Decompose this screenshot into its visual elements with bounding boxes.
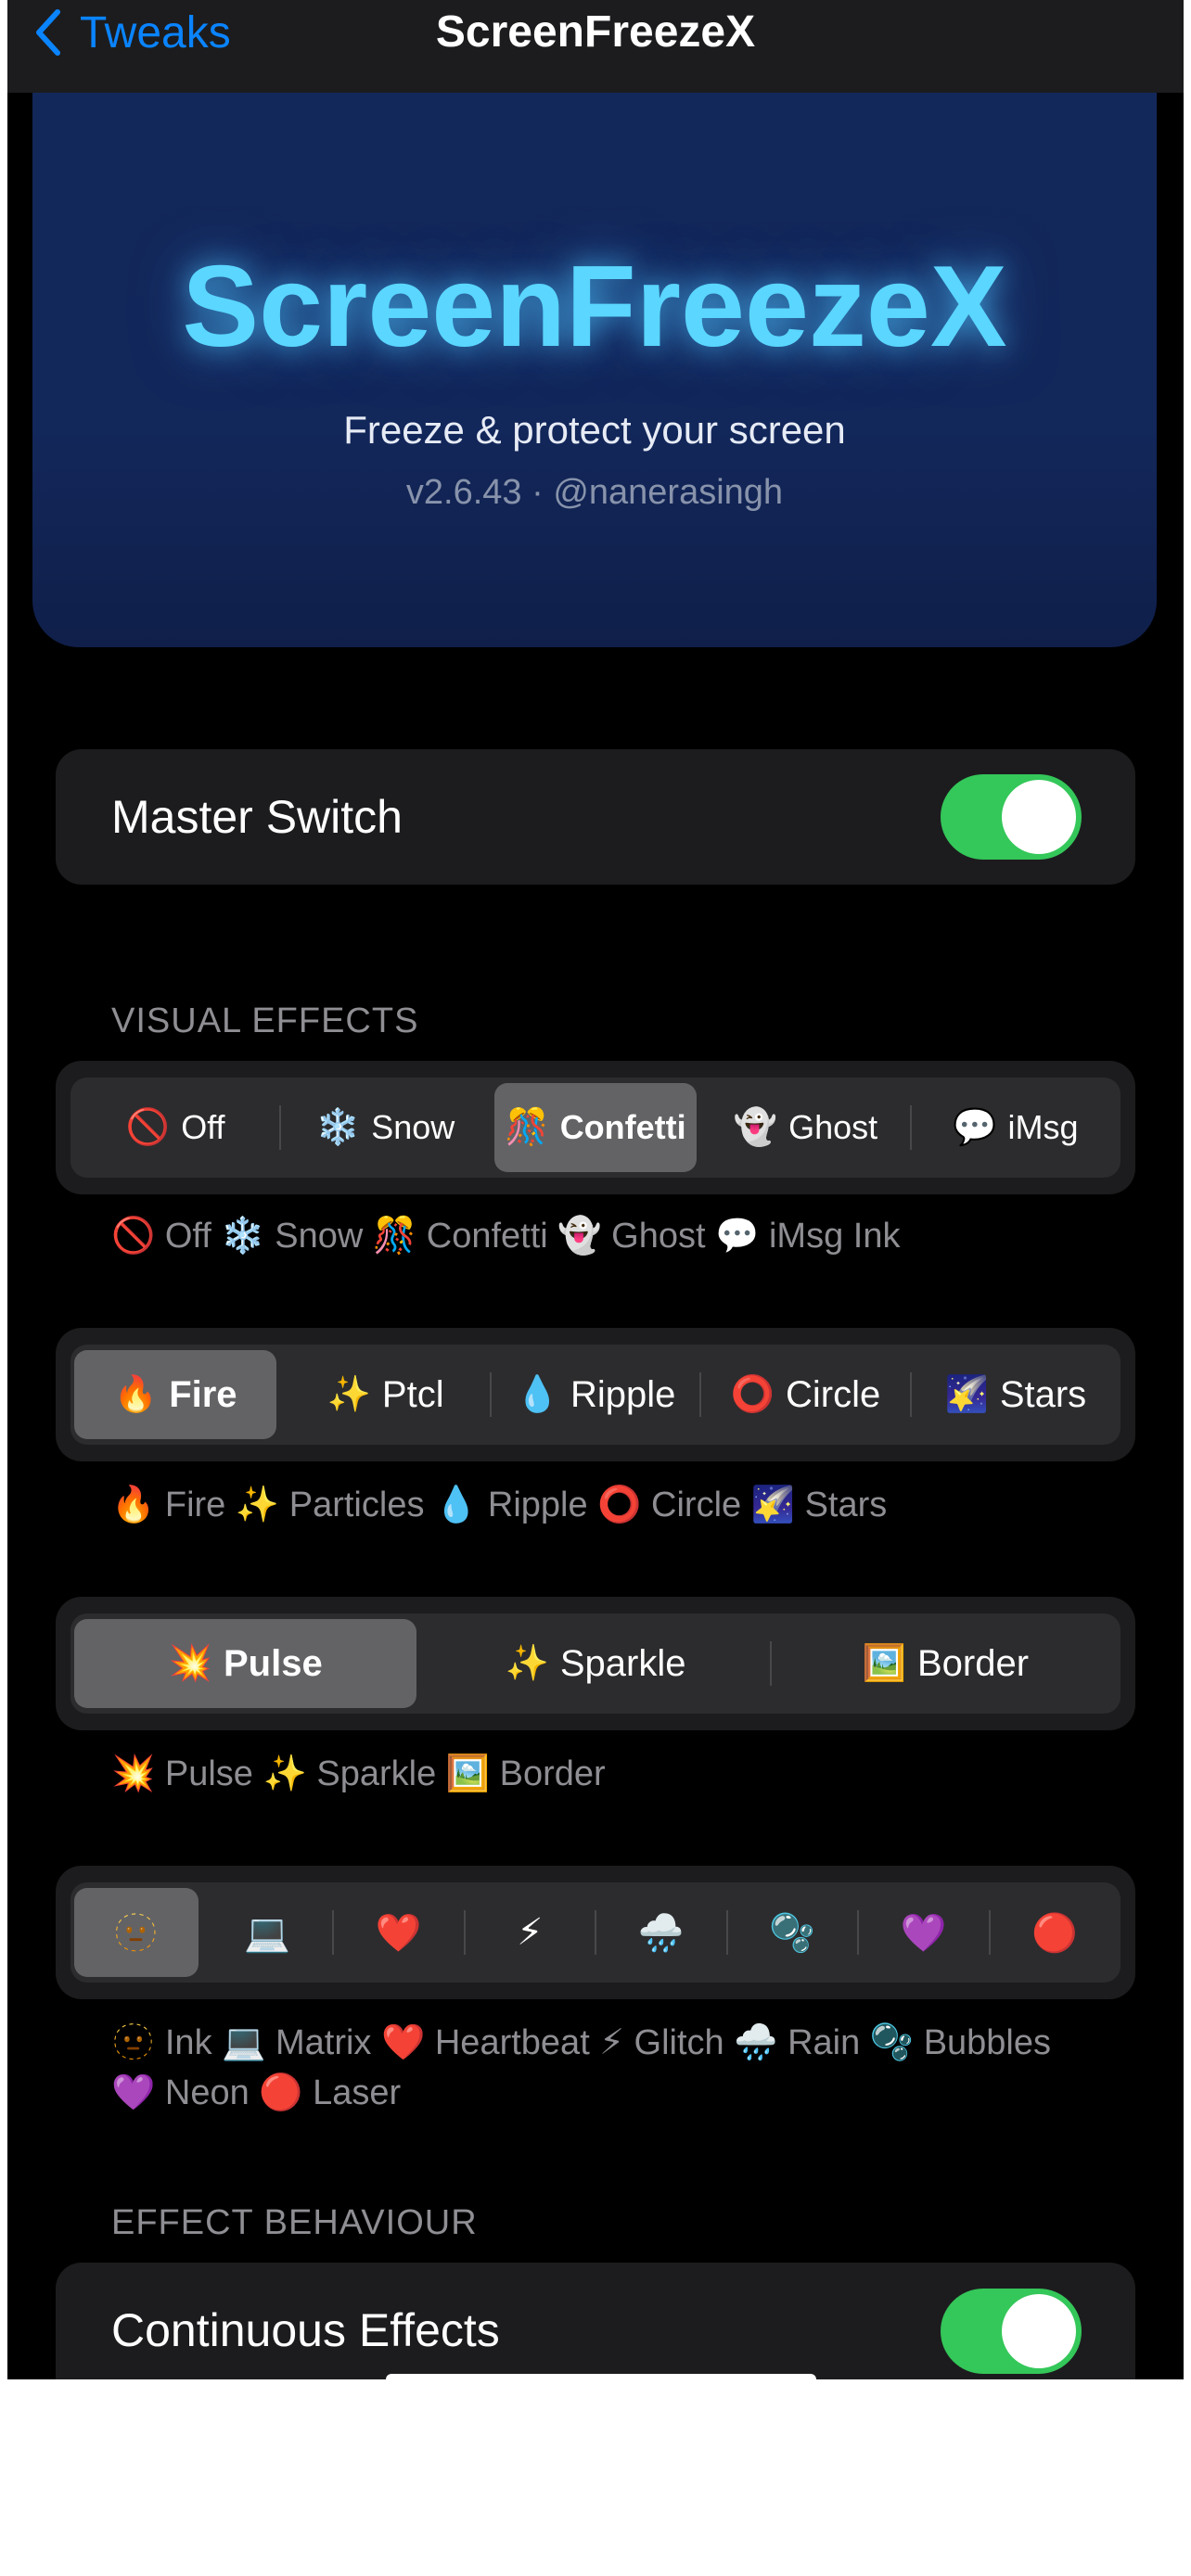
header-banner: ScreenFreezeX Freeze & protect your scre…: [32, 93, 1157, 647]
segment-ghost[interactable]: 👻 Ghost: [704, 1083, 906, 1172]
segment-fire[interactable]: 🔥 Fire: [74, 1350, 277, 1439]
dotted-face-icon: 🫥: [112, 1912, 160, 1954]
segment-snow[interactable]: ❄️ Snow: [279, 1083, 486, 1172]
sparkles-icon: ✨: [505, 1644, 549, 1683]
effect-segment-row-3: 💥 Pulse ✨ Sparkle 🖼️ Border: [56, 1597, 1135, 1730]
continuous-effects-label: Continuous Effects: [111, 2304, 500, 2356]
segment-label: Circle: [785, 1373, 881, 1415]
framed-picture-icon: 🖼️: [862, 1644, 906, 1683]
segment-neon[interactable]: 💜: [857, 1888, 986, 1977]
segment-border[interactable]: 🖼️ Border: [769, 1619, 1117, 1708]
segment-matrix[interactable]: 💻: [206, 1888, 330, 1977]
master-switch-row: Master Switch: [56, 749, 1135, 885]
segment-heartbeat[interactable]: ❤️: [332, 1888, 461, 1977]
segmented-control: 🫥 💻 ❤️ ⚡ 🌧️ 🫧 💜 🔴: [70, 1882, 1121, 1983]
segment-circle[interactable]: ⭕ Circle: [699, 1350, 906, 1439]
segment-ripple[interactable]: 💧 Ripple: [489, 1350, 697, 1439]
page-title: ScreenFreezeX: [435, 7, 756, 57]
section-header-visual-effects: VISUAL EFFECTS: [111, 1001, 419, 1040]
effect-segment-row-1: 🚫 Off ❄️ Snow 🎊 Confetti 👻 Ghost 💬 iMsg: [56, 1061, 1135, 1194]
segment-label: Border: [916, 1642, 1030, 1684]
red-circle-icon: 🔴: [1031, 1912, 1079, 1954]
laptop-icon: 💻: [244, 1912, 291, 1954]
fire-icon: 🔥: [113, 1375, 159, 1414]
segment-label: Ripple: [570, 1373, 676, 1415]
segment-label: Off: [181, 1108, 225, 1146]
effect-legend-row-4: 🫥 Ink 💻 Matrix ❤️ Heartbeat ⚡ Glitch 🌧️ …: [111, 2023, 1052, 2112]
segment-label: Fire: [169, 1373, 237, 1415]
segment-label: Confetti: [559, 1108, 686, 1146]
continuous-effects-toggle[interactable]: [941, 2289, 1082, 2374]
ghost-icon: 👻: [733, 1108, 778, 1147]
settings-screen: Tweaks ScreenFreezeX ScreenFreezeX Freez…: [7, 0, 1184, 2379]
no-entry-icon: 🚫: [125, 1108, 171, 1147]
home-indicator: [386, 2374, 816, 2379]
droplet-icon: 💧: [515, 1375, 559, 1414]
master-switch-label: Master Switch: [111, 791, 403, 843]
purple-heart-icon: 💜: [900, 1912, 947, 1954]
segmented-control: 🚫 Off ❄️ Snow 🎊 Confetti 👻 Ghost 💬 iMsg: [70, 1078, 1121, 1178]
segment-label: Sparkle: [559, 1642, 686, 1684]
segment-glitch[interactable]: ⚡: [463, 1888, 593, 1977]
segmented-control: 🔥 Fire ✨ Ptcl 💧 Ripple ⭕ Circle 🌠 Stars: [70, 1345, 1121, 1445]
segment-imsg[interactable]: 💬 iMsg: [909, 1083, 1117, 1172]
effect-legend-row-2: 🔥 Fire ✨ Particles 💧 Ripple ⭕ Circle 🌠 S…: [111, 1486, 888, 1524]
speech-bubble-icon: 💬: [953, 1108, 997, 1147]
segment-label: Snow: [371, 1108, 455, 1146]
bubbles-icon: 🫧: [769, 1912, 816, 1954]
segment-label: Ghost: [788, 1108, 878, 1146]
effect-segment-row-4: 🫥 💻 ❤️ ⚡ 🌧️ 🫧 💜 🔴: [56, 1866, 1135, 1999]
collision-icon: 💥: [168, 1644, 212, 1683]
heart-icon: ❤️: [375, 1912, 422, 1954]
version-author: v2.6.43 · @nanerasingh: [405, 473, 784, 512]
segment-rain[interactable]: 🌧️: [595, 1888, 724, 1977]
sparkles-icon: ✨: [327, 1375, 371, 1414]
segment-ink[interactable]: 🫥: [74, 1888, 198, 1977]
toggle-knob: [1002, 2294, 1076, 2368]
effect-legend-row-1: 🚫 Off ❄️ Snow 🎊 Confetti 👻 Ghost 💬 iMsg …: [111, 1217, 901, 1256]
shooting-star-icon: 🌠: [944, 1375, 989, 1414]
segment-label: Pulse: [223, 1642, 323, 1684]
master-switch-toggle[interactable]: [941, 774, 1082, 860]
snowflake-icon: ❄️: [315, 1108, 361, 1147]
rain-cloud-icon: 🌧️: [637, 1912, 685, 1954]
segment-sparkle[interactable]: ✨ Sparkle: [424, 1619, 766, 1708]
circle-icon: ⭕: [730, 1375, 775, 1414]
lightning-icon: ⚡: [517, 1912, 544, 1953]
segment-laser[interactable]: 🔴: [988, 1888, 1118, 1977]
navigation-bar: Tweaks ScreenFreezeX: [7, 0, 1184, 93]
segment-confetti[interactable]: 🎊 Confetti: [493, 1083, 698, 1172]
app-subtitle: Freeze & protect your screen: [343, 408, 846, 452]
segment-label: Stars: [999, 1373, 1087, 1415]
segment-pulse[interactable]: 💥 Pulse: [74, 1619, 417, 1708]
continuous-effects-row: Continuous Effects: [56, 2263, 1135, 2379]
section-header-effect-behaviour: EFFECT BEHAVIOUR: [111, 2203, 478, 2242]
effect-legend-row-3: 💥 Pulse ✨ Sparkle 🖼️ Border: [111, 1754, 606, 1793]
segment-bubbles[interactable]: 🫧: [725, 1888, 855, 1977]
segment-off[interactable]: 🚫 Off: [74, 1083, 276, 1172]
app-title: ScreenFreezeX: [182, 243, 1007, 371]
effect-segment-row-2: 🔥 Fire ✨ Ptcl 💧 Ripple ⭕ Circle 🌠 Stars: [56, 1328, 1135, 1461]
segment-label: Ptcl: [381, 1373, 444, 1415]
segment-label: iMsg: [1007, 1108, 1079, 1146]
confetti-icon: 🎊: [505, 1108, 549, 1147]
segment-stars[interactable]: 🌠 Stars: [909, 1350, 1117, 1439]
toggle-knob: [1002, 780, 1076, 854]
segmented-control: 💥 Pulse ✨ Sparkle 🖼️ Border: [70, 1613, 1121, 1714]
segment-particles[interactable]: ✨ Ptcl: [284, 1350, 486, 1439]
